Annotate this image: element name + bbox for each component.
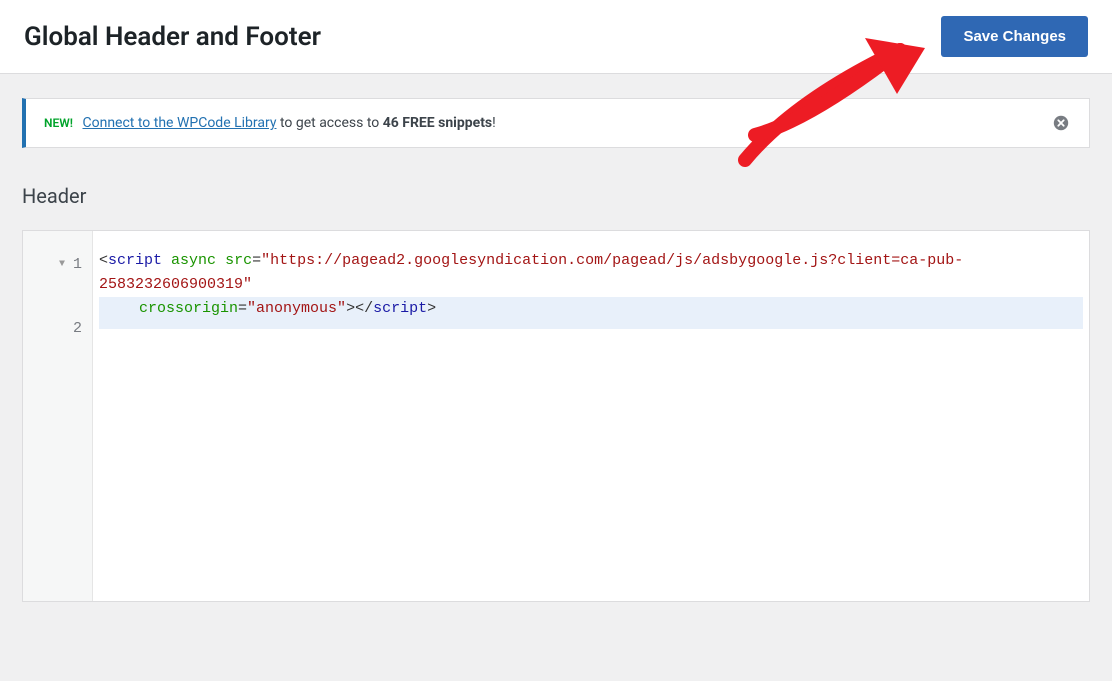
tok-string: "anonymous" [247,300,346,317]
notice-banner: NEW! Connect to the WPCode Library to ge… [22,98,1090,148]
tok-punct: < [99,252,108,269]
fold-icon[interactable]: ▼ [59,257,65,273]
content-area: NEW! Connect to the WPCode Library to ge… [0,74,1112,626]
tok-punct: = [252,252,261,269]
tok-attr: async [171,252,216,269]
notice-trailing: ! [492,115,496,131]
new-badge: NEW! [44,116,73,130]
code-line-active: crossorigin="anonymous"></script> [99,297,1083,329]
code-editor[interactable]: ▼ 1 2 <script async src="https://pagead2… [22,230,1090,602]
notice-bold: 46 FREE snippets [383,115,492,131]
tok-attr: crossorigin [139,300,238,317]
line-number: 2 [73,317,82,341]
tok-sp [162,252,171,269]
code-line: <script async src="https://pagead2.googl… [99,249,1083,297]
code-content[interactable]: <script async src="https://pagead2.googl… [93,231,1089,601]
tok-punct: > [427,300,436,317]
notice-text: NEW! Connect to the WPCode Library to ge… [44,115,496,131]
page-header: Global Header and Footer Save Changes [0,0,1112,74]
close-icon[interactable] [1051,113,1071,133]
notice-middle: to get access to [276,115,382,131]
tok-punct: > [346,300,355,317]
line-number: 1 [73,253,82,277]
page-title: Global Header and Footer [24,22,321,52]
tok-tag: script [373,300,427,317]
gutter-line: ▼ 1 [23,249,92,281]
tok-attr: src [225,252,252,269]
save-button[interactable]: Save Changes [941,16,1088,57]
gutter-blank [23,281,92,313]
tok-sp [216,252,225,269]
tok-punct: = [238,300,247,317]
editor-gutter: ▼ 1 2 [23,231,93,601]
notice-link[interactable]: Connect to the WPCode Library [83,115,277,131]
tok-punct: </ [355,300,373,317]
tok-tag: script [108,252,162,269]
section-title-header: Header [22,184,1090,208]
gutter-line: 2 [23,313,92,345]
